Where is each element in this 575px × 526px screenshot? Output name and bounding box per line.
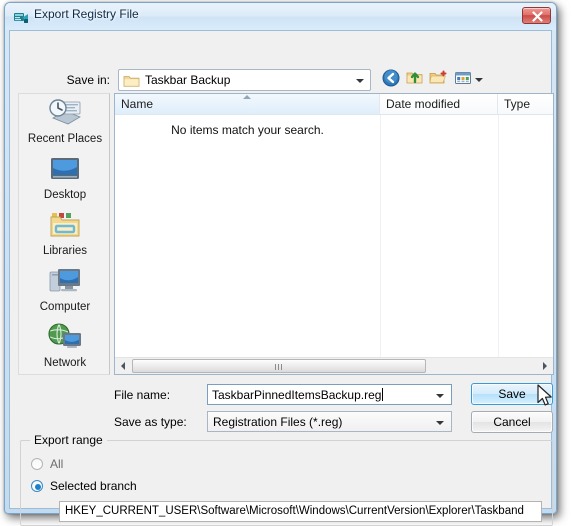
radio-all-label: All xyxy=(50,457,64,471)
sidebar-item-label: Desktop xyxy=(43,189,87,201)
column-divider xyxy=(380,115,381,357)
column-header-date-modified[interactable]: Date modified xyxy=(380,94,498,114)
horizontal-scrollbar[interactable] xyxy=(115,357,553,374)
save-in-combobox[interactable]: Taskbar Backup xyxy=(118,69,371,91)
column-header-label: Date modified xyxy=(386,97,461,111)
sidebar-item-recent-places[interactable]: Recent Places xyxy=(19,96,111,152)
close-button[interactable] xyxy=(522,7,551,24)
radio-selected-branch-label: Selected branch xyxy=(50,479,137,493)
chevron-down-icon[interactable] xyxy=(436,394,444,398)
window-title: Export Registry File xyxy=(34,7,139,21)
column-header-type[interactable]: Type xyxy=(498,94,554,114)
save-as-type-label: Save as type: xyxy=(114,415,187,429)
radio-unselected-icon xyxy=(31,458,43,470)
export-registry-file-dialog: Export Registry File Save in: Taskbar Ba… xyxy=(4,2,557,526)
export-range-group: Export range All Selected branch HKEY_CU… xyxy=(20,433,553,526)
column-header-label: Type xyxy=(504,97,531,111)
computer-icon xyxy=(19,264,111,300)
file-name-input[interactable]: TaskbarPinnedItemsBackup.reg xyxy=(207,384,452,405)
text-caret xyxy=(382,388,383,401)
sidebar-item-libraries[interactable]: Libraries xyxy=(19,208,111,264)
chevron-down-icon[interactable] xyxy=(436,421,444,425)
new-folder-icon[interactable] xyxy=(429,69,448,92)
file-list[interactable]: Name Date modified Type No items match y… xyxy=(114,93,554,375)
up-one-level-icon[interactable] xyxy=(406,69,424,92)
recent-places-icon xyxy=(19,96,111,132)
title-bar[interactable]: Export Registry File xyxy=(5,3,556,30)
sidebar-item-label: Libraries xyxy=(42,245,88,257)
sidebar-item-network[interactable]: Network xyxy=(19,320,111,376)
column-header-name[interactable]: Name xyxy=(115,94,380,114)
save-as-type-combobox[interactable]: Registration Files (*.reg) xyxy=(207,411,452,432)
chevron-down-icon[interactable] xyxy=(356,79,364,83)
branch-path-input[interactable]: HKEY_CURRENT_USER\Software\Microsoft\Win… xyxy=(59,501,542,522)
folder-icon xyxy=(123,73,140,93)
save-in-label: Save in: xyxy=(66,73,110,87)
sidebar-item-label: Network xyxy=(43,357,87,369)
sidebar-item-label: Computer xyxy=(39,301,91,313)
scroll-right-icon[interactable] xyxy=(536,358,553,374)
back-arrow-icon[interactable] xyxy=(382,69,400,92)
column-header-label: Name xyxy=(121,97,154,111)
empty-list-message: No items match your search. xyxy=(171,123,324,137)
places-bar: Recent Places Desktop Libraries Computer… xyxy=(18,93,110,375)
sidebar-item-computer[interactable]: Computer xyxy=(19,264,111,320)
scroll-grip-icon xyxy=(275,364,283,370)
sidebar-item-label: Recent Places xyxy=(27,133,103,145)
scroll-left-icon[interactable] xyxy=(115,358,132,374)
network-icon xyxy=(19,320,111,356)
export-range-legend: Export range xyxy=(30,433,107,447)
save-button[interactable]: Save xyxy=(471,383,553,405)
sort-ascending-icon xyxy=(243,95,251,99)
chevron-down-icon[interactable] xyxy=(475,78,483,82)
column-divider xyxy=(498,115,499,357)
file-name-value: TaskbarPinnedItemsBackup.reg xyxy=(212,388,382,402)
dialog-body: Save in: Taskbar Backup Recent Places De… xyxy=(9,30,554,526)
sidebar-item-desktop[interactable]: Desktop xyxy=(19,152,111,208)
scrollbar-thumb[interactable] xyxy=(132,359,426,373)
radio-selected-icon xyxy=(31,480,43,492)
desktop-icon xyxy=(19,152,111,188)
close-icon xyxy=(532,11,543,22)
cancel-button[interactable]: Cancel xyxy=(471,411,553,433)
branch-path-value: HKEY_CURRENT_USER\Software\Microsoft\Win… xyxy=(65,505,524,517)
file-name-label: File name: xyxy=(114,388,171,402)
registry-editor-icon xyxy=(13,9,29,25)
file-list-header: Name Date modified Type xyxy=(115,94,553,115)
save-as-type-value: Registration Files (*.reg) xyxy=(213,415,343,429)
save-in-value: Taskbar Backup xyxy=(145,73,231,87)
views-icon[interactable] xyxy=(454,69,472,92)
libraries-icon xyxy=(19,208,111,244)
